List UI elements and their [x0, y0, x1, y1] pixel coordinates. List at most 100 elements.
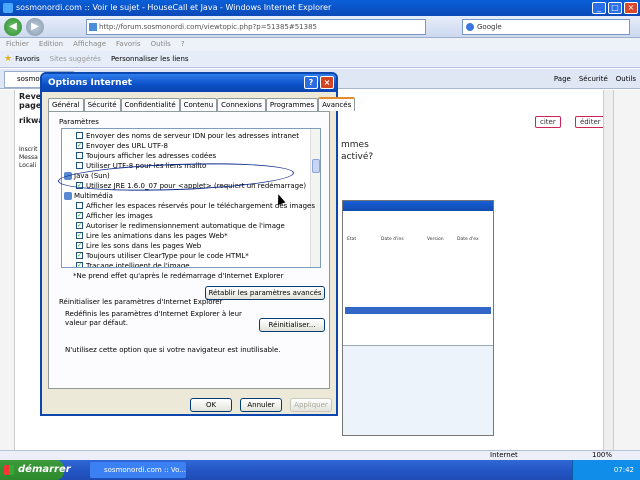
setting-label: Lire les animations dans les pages Web* — [86, 232, 228, 240]
reset-section-label: Réinitialiser les paramètres d'Internet … — [59, 298, 223, 306]
settings-checkbox-item[interactable]: Envoyer des noms de serveur IDN pour les… — [62, 131, 312, 141]
back-arrow-icon[interactable]: ◀ — [4, 18, 22, 36]
checkbox[interactable]: ✓ — [76, 142, 83, 149]
address-toolbar: ◀ ▶ http://forum.sosmonordi.com/viewtopi… — [0, 16, 640, 38]
embedded-title-bar — [343, 201, 493, 211]
dialog-close-button[interactable]: × — [320, 76, 334, 89]
menu-file[interactable]: Fichier — [6, 38, 29, 51]
maximize-button[interactable]: □ — [608, 2, 622, 14]
start-button[interactable]: démarrer — [0, 460, 71, 480]
internet-options-dialog: Options Internet ? × Général Sécurité Co… — [40, 72, 356, 416]
settings-checkbox-item[interactable]: ✓ Lire les sons dans les pages Web — [62, 241, 312, 251]
edit-button[interactable]: éditer — [575, 116, 606, 128]
restart-note: *Ne prend effet qu'après le redémarrage … — [73, 272, 284, 280]
checkbox[interactable] — [76, 132, 83, 139]
windows-logo-icon — [4, 465, 14, 475]
page-menu[interactable]: Page — [554, 72, 571, 86]
page-icon — [89, 23, 97, 31]
poster-info: Messa — [19, 154, 38, 161]
settings-checkbox-item[interactable]: ✓ Autoriser le redimensionnement automati… — [62, 221, 312, 231]
ok-button[interactable]: OK — [190, 398, 232, 412]
checkbox[interactable]: ✓ — [76, 232, 83, 239]
post-text: mmes — [341, 140, 369, 150]
embedded-screenshot: Etat Date d'ins Version Date d'ex — [342, 200, 494, 436]
security-menu[interactable]: Sécurité — [579, 72, 608, 86]
checkbox[interactable] — [76, 152, 83, 159]
status-bar: Internet 100% — [0, 450, 640, 460]
dialog-title: Options Internet — [48, 78, 132, 88]
tab-general[interactable]: Général — [48, 98, 84, 111]
checkbox[interactable]: ✓ — [76, 212, 83, 219]
reset-button[interactable]: Réinitialiser... — [259, 318, 325, 332]
menu-help[interactable]: ? — [181, 38, 185, 51]
tab-privacy[interactable]: Confidentialité — [120, 98, 180, 111]
dialog-tabs: Général Sécurité Confidentialité Contenu… — [48, 97, 356, 111]
embedded-text: Version — [427, 237, 444, 242]
settings-checkbox-item[interactable]: Afficher les espaces réservés pour le té… — [62, 201, 315, 211]
checkbox[interactable]: ✓ — [76, 262, 83, 267]
customize-links-link[interactable]: Personnaliser les liens — [111, 51, 189, 67]
page-text: page — [19, 101, 42, 110]
tab-programs[interactable]: Programmes — [265, 98, 319, 111]
page-scrollbar[interactable] — [603, 90, 613, 450]
embedded-text: Date d'ins — [381, 237, 404, 242]
settings-checkbox-item[interactable]: ✓ Afficher les images — [62, 211, 312, 221]
settings-checkbox-item[interactable]: Toujours afficher les adresses codées — [62, 151, 312, 161]
taskbar-item-ie[interactable]: sosmonordi.com :: Vo... — [90, 462, 186, 478]
quote-button[interactable]: citer — [535, 116, 561, 128]
taskbar: démarrer sosmonordi.com :: Vo... 07:42 — [0, 460, 640, 480]
zone-label: Internet — [490, 451, 518, 459]
embedded-panel — [343, 345, 493, 435]
search-input[interactable]: Google — [462, 19, 630, 35]
setting-label: Afficher les images — [86, 212, 153, 220]
poster-info: Locali — [19, 162, 37, 169]
zoom-level[interactable]: 100% — [592, 451, 612, 460]
favorites-bar: ★ Favoris Sites suggérés Personnaliser le… — [0, 51, 640, 68]
tab-connections[interactable]: Connexions — [217, 98, 266, 111]
close-window-button[interactable]: × — [624, 2, 638, 14]
command-bar: Page Sécurité Outils — [554, 72, 636, 86]
help-button[interactable]: ? — [304, 76, 318, 89]
setting-label: Envoyer des URL UTF-8 — [86, 142, 168, 150]
settings-checkbox-item[interactable]: ✓ Traçage intelligent de l'image — [62, 261, 312, 268]
suggested-sites-link[interactable]: Sites suggérés — [50, 51, 101, 67]
setting-label: Traçage intelligent de l'image — [86, 262, 190, 268]
checkbox[interactable] — [76, 162, 83, 169]
menu-view[interactable]: Affichage — [73, 38, 106, 51]
google-icon — [466, 23, 474, 31]
setting-label: Autoriser le redimensionnement automatiq… — [86, 222, 285, 230]
embedded-text: Etat — [347, 237, 357, 242]
tab-security[interactable]: Sécurité — [83, 98, 121, 111]
apply-button[interactable]: Appliquer — [290, 398, 332, 412]
system-tray: 07:42 — [572, 460, 640, 480]
restore-advanced-button[interactable]: Rétablir les paramètres avancés — [205, 286, 325, 300]
cancel-button[interactable]: Annuler — [240, 398, 282, 412]
scroll-thumb[interactable] — [312, 159, 320, 173]
group-icon — [64, 192, 72, 200]
ie-icon — [3, 3, 13, 13]
post-text: activé? — [341, 152, 374, 162]
settings-checkbox-item[interactable]: ✓ Envoyer des URL UTF-8 — [62, 141, 312, 151]
checkbox[interactable] — [76, 202, 83, 209]
checkbox[interactable]: ✓ — [76, 242, 83, 249]
dialog-title-bar: Options Internet ? × — [42, 74, 336, 92]
poster-info: Inscrit — [19, 146, 38, 153]
embedded-text: Date d'ex — [457, 237, 479, 242]
minimize-button[interactable]: _ — [592, 2, 606, 14]
setting-label: Toujours afficher les adresses codées — [86, 152, 217, 160]
menu-tools[interactable]: Outils — [151, 38, 171, 51]
clock: 07:42 — [613, 466, 634, 474]
checkbox[interactable]: ✓ — [76, 252, 83, 259]
checkbox[interactable]: ✓ — [76, 222, 83, 229]
tools-menu[interactable]: Outils — [616, 72, 636, 86]
tab-advanced[interactable]: Avancés — [318, 97, 356, 111]
address-input[interactable]: http://forum.sosmonordi.com/viewtopic.ph… — [86, 19, 426, 35]
forward-arrow-icon[interactable]: ▶ — [26, 18, 44, 36]
settings-checkbox-item[interactable]: ✓ Lire les animations dans les pages Web* — [62, 231, 312, 241]
favorites-button[interactable]: ★ Favoris — [4, 51, 40, 67]
tab-content[interactable]: Contenu — [179, 98, 218, 111]
settings-checkbox-item[interactable]: ✓ Toujours utiliser ClearType pour le cod… — [62, 251, 312, 261]
menu-edit[interactable]: Edition — [39, 38, 63, 51]
menu-favorites[interactable]: Favoris — [116, 38, 141, 51]
browser-title-bar: sosmonordi.com :: Voir le sujet - HouseC… — [0, 0, 640, 16]
